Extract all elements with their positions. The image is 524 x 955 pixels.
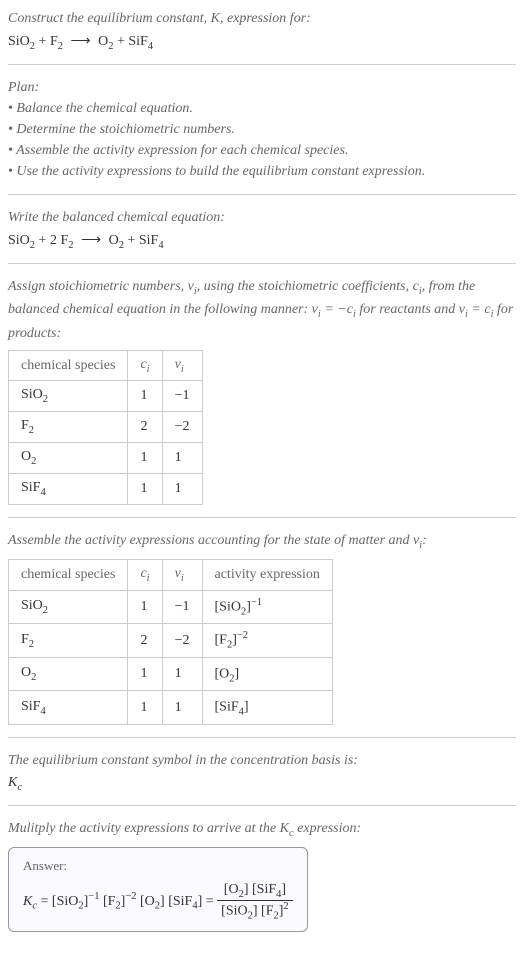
col-species: chemical species [9, 560, 128, 591]
final-section: Mulitply the activity expressions to arr… [8, 818, 516, 933]
divider [8, 64, 516, 65]
table-header-row: chemical species ci νi activity expressi… [9, 560, 333, 591]
stoich-prompt: Assign stoichiometric numbers, νi, using… [8, 276, 516, 344]
divider [8, 263, 516, 264]
answer-label: Answer: [23, 858, 293, 874]
col-nui: νi [162, 560, 202, 591]
activity-prompt: Assemble the activity expressions accoun… [8, 530, 516, 554]
plan-section: Plan: Balance the chemical equation. Det… [8, 77, 516, 182]
plan-list: Balance the chemical equation. Determine… [8, 98, 516, 182]
table-header-row: chemical species ci νi [9, 350, 203, 381]
col-activity-expr: activity expression [202, 560, 332, 591]
table-row: O2 1 1 [9, 443, 203, 474]
divider [8, 194, 516, 195]
col-species: chemical species [9, 350, 128, 381]
arrow-icon: ⟶ [81, 232, 101, 249]
divider [8, 517, 516, 518]
kc-symbol-section: The equilibrium constant symbol in the c… [8, 750, 516, 793]
divider [8, 805, 516, 806]
plan-item: Determine the stoichiometric numbers. [8, 119, 516, 140]
plan-item: Assemble the activity expression for eac… [8, 140, 516, 161]
table-row: SiO2 1 −1 [SiO2]−1 [9, 591, 333, 624]
table-row: SiO2 1 −1 [9, 381, 203, 412]
kc-expression: Kc = [SiO2]−1 [F2]−2 [O2] [SiF4] = [O2] … [23, 882, 293, 921]
balanced-prompt: Write the balanced chemical equation: [8, 207, 516, 228]
stoich-section: Assign stoichiometric numbers, νi, using… [8, 276, 516, 505]
kc-symbol: Kc [8, 775, 516, 793]
col-ci: ci [128, 560, 162, 591]
final-prompt: Mulitply the activity expressions to arr… [8, 818, 516, 842]
divider [8, 737, 516, 738]
table-row: F2 2 −2 [9, 412, 203, 443]
balanced-equation: SiO2 + 2 F2 ⟶ O2 + SiF4 [8, 232, 516, 251]
arrow-icon: ⟶ [71, 33, 91, 50]
plan-item: Balance the chemical equation. [8, 98, 516, 119]
col-ci: ci [128, 350, 162, 381]
answer-box: Answer: Kc = [SiO2]−1 [F2]−2 [O2] [SiF4]… [8, 847, 308, 932]
table-row: SiF4 1 1 [SiF4] [9, 691, 333, 724]
header-prompt: Construct the equilibrium constant, K, e… [8, 8, 516, 29]
header-section: Construct the equilibrium constant, K, e… [8, 8, 516, 52]
stoich-table: chemical species ci νi SiO2 1 −1 F2 2 −2… [8, 350, 203, 505]
col-nui: νi [162, 350, 202, 381]
activity-table: chemical species ci νi activity expressi… [8, 559, 333, 725]
table-row: F2 2 −2 [F2]−2 [9, 624, 333, 657]
fraction: [O2] [SiF4][SiO2] [F2]2 [217, 882, 293, 921]
table-row: O2 1 1 [O2] [9, 657, 333, 690]
kc-symbol-prompt: The equilibrium constant symbol in the c… [8, 750, 516, 771]
table-row: SiF4 1 1 [9, 473, 203, 504]
plan-item: Use the activity expressions to build th… [8, 161, 516, 182]
header-equation: SiO2 + F2 ⟶ O2 + SiF4 [8, 33, 516, 52]
header-prompt-text: Construct the equilibrium constant, K, e… [8, 11, 311, 26]
plan-title: Plan: [8, 77, 516, 98]
balanced-section: Write the balanced chemical equation: Si… [8, 207, 516, 251]
activity-section: Assemble the activity expressions accoun… [8, 530, 516, 725]
